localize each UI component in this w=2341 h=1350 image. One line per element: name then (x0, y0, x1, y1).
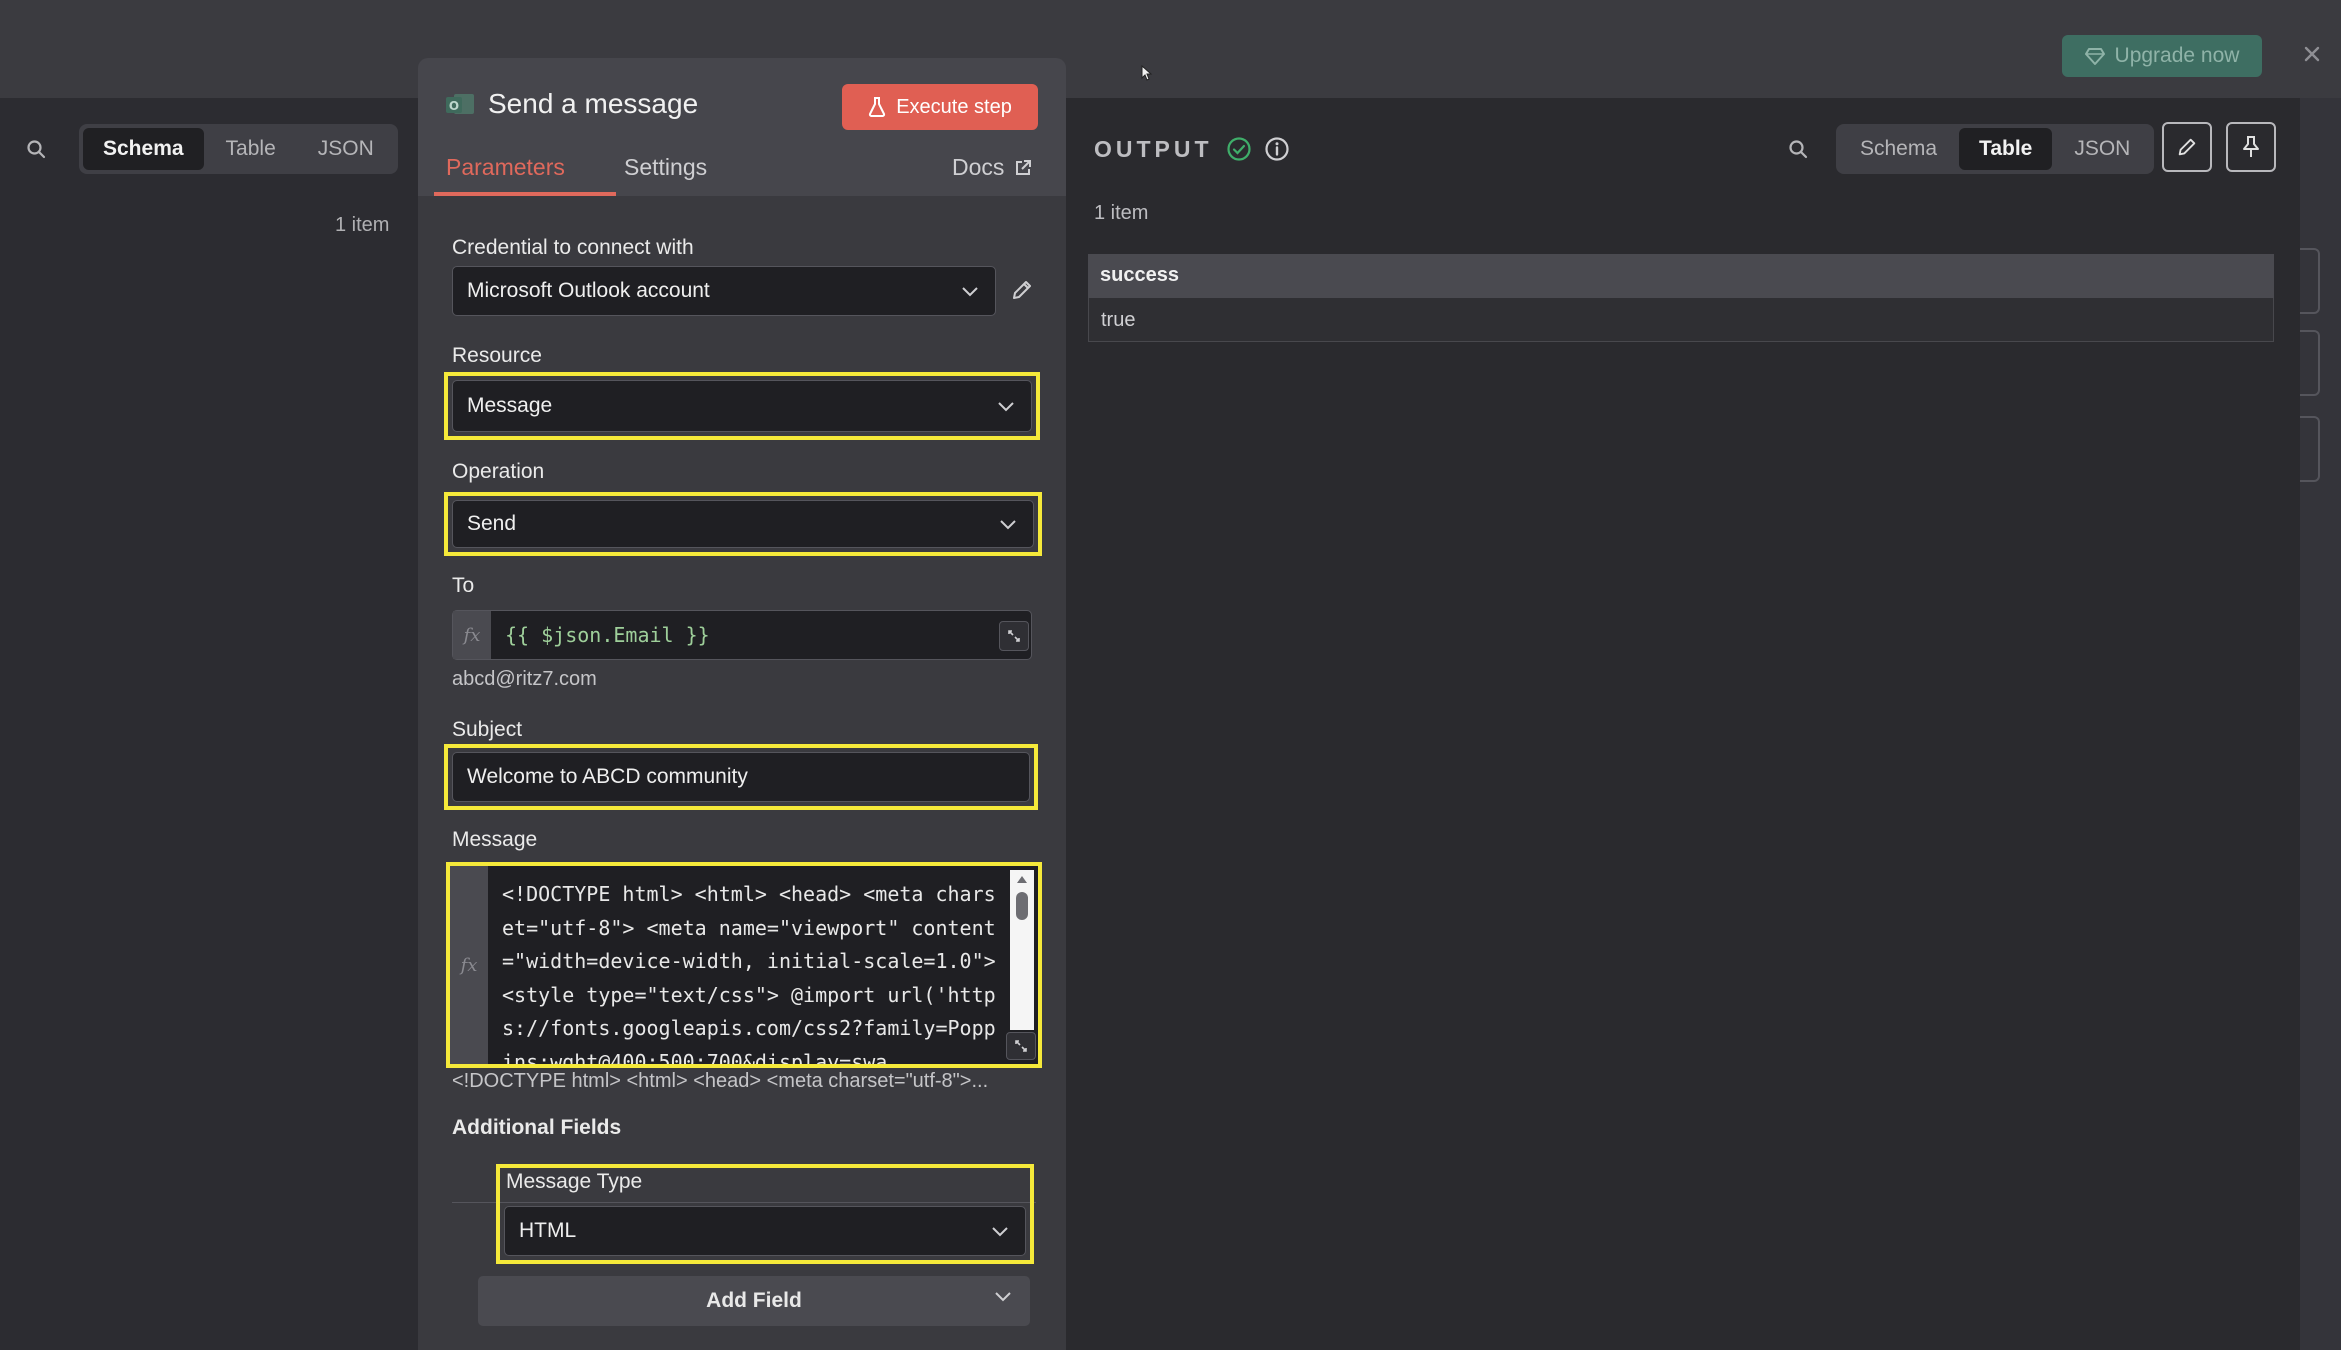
tab-settings[interactable]: Settings (624, 154, 707, 181)
docs-link[interactable]: Docs (952, 154, 1032, 181)
chevron-down-icon (991, 1225, 1009, 1237)
canvas-node-edge (2300, 416, 2320, 482)
chevron-down-icon (994, 1290, 1012, 1302)
additional-fields-label: Additional Fields (452, 1116, 622, 1139)
message-code[interactable]: <!DOCTYPE html> <html> <head> <meta char… (502, 878, 1002, 1064)
add-field-label: Add Field (706, 1289, 802, 1312)
to-label: To (452, 574, 475, 597)
output-title: OUTPUT (1094, 136, 1213, 162)
svg-text:O: O (449, 99, 459, 113)
pin-data-button[interactable] (2226, 122, 2276, 172)
edit-output-button[interactable] (2162, 122, 2212, 172)
mouse-cursor-icon (1141, 65, 1153, 81)
output-tab-schema[interactable]: Schema (1840, 128, 1957, 170)
active-tab-indicator (434, 192, 616, 196)
input-tab-table[interactable]: Table (206, 128, 296, 170)
table-header-success: success (1088, 254, 2274, 298)
message-label: Message (452, 828, 538, 851)
message-type-select[interactable]: HTML (504, 1206, 1026, 1256)
subject-label: Subject (452, 718, 523, 741)
edit-credential-pencil-icon[interactable] (1010, 278, 1034, 302)
tab-parameters[interactable]: Parameters (446, 154, 565, 181)
node-parameters-panel: O Send a message Execute step Parameters… (418, 58, 1066, 1350)
credential-select[interactable]: Microsoft Outlook account (452, 266, 996, 316)
output-item-count: 1 item (1094, 202, 1149, 224)
operation-label: Operation (452, 460, 545, 483)
output-panel: OUTPUT Schema Table JSON 1 item success … (1066, 98, 2300, 1350)
flask-icon (868, 97, 886, 117)
upgrade-now-button[interactable]: Upgrade now (2062, 35, 2262, 77)
fx-indicator: fx (453, 611, 491, 659)
pencil-icon (2176, 136, 2198, 158)
to-expression: {{ $json.Email }} (505, 623, 710, 647)
message-type-value: HTML (519, 1219, 577, 1242)
execute-step-button[interactable]: Execute step (842, 84, 1038, 130)
execute-step-label: Execute step (896, 95, 1012, 118)
close-icon[interactable] (2300, 42, 2324, 66)
upgrade-now-label: Upgrade now (2114, 44, 2240, 67)
output-tab-json[interactable]: JSON (2054, 128, 2150, 170)
docs-label: Docs (952, 154, 1005, 180)
output-tab-table[interactable]: Table (1959, 128, 2053, 170)
canvas-edge-strip (2300, 98, 2341, 1350)
input-panel: Schema Table JSON 1 item (0, 98, 418, 1350)
external-link-icon (1014, 159, 1032, 177)
canvas-node-edge (2300, 248, 2320, 314)
credential-value: Microsoft Outlook account (467, 279, 710, 302)
input-search-icon[interactable] (26, 139, 46, 159)
chevron-down-icon (997, 400, 1015, 412)
add-field-button[interactable]: Add Field (478, 1276, 1030, 1326)
message-preview: <!DOCTYPE html> <html> <head> <meta char… (452, 1070, 989, 1092)
success-check-icon (1226, 136, 1252, 162)
message-expression-editor[interactable]: fx <!DOCTYPE html> <html> <head> <meta c… (446, 862, 1042, 1068)
output-table: success true (1088, 254, 2274, 342)
resource-value: Message (467, 394, 553, 417)
info-icon[interactable] (1264, 136, 1290, 162)
outlook-logo-icon: O (444, 88, 476, 120)
input-view-switcher: Schema Table JSON (79, 124, 398, 174)
pin-icon (2240, 135, 2262, 159)
scroll-up-arrow-icon[interactable] (1016, 874, 1028, 884)
top-bar (0, 0, 2341, 98)
input-item-count: 1 item (335, 214, 390, 236)
subject-input[interactable]: Welcome to ABCD community (452, 752, 1030, 802)
to-preview: abcd@ritz7.com (452, 668, 597, 690)
message-type-label: Message Type (506, 1170, 643, 1193)
node-title: Send a message (488, 88, 699, 119)
resource-select[interactable]: Message (452, 380, 1032, 432)
input-tab-schema[interactable]: Schema (83, 128, 204, 170)
expand-editor-icon[interactable] (1006, 1032, 1036, 1060)
output-search-icon[interactable] (1788, 139, 1808, 159)
gem-icon (2084, 46, 2105, 66)
input-tab-json[interactable]: JSON (298, 128, 394, 170)
table-cell[interactable]: true (1088, 298, 2274, 342)
chevron-down-icon (961, 285, 979, 297)
resource-label: Resource (452, 344, 542, 367)
subject-value: Welcome to ABCD community (467, 765, 748, 788)
operation-value: Send (467, 512, 517, 535)
operation-select[interactable]: Send (452, 500, 1034, 548)
chevron-down-icon (999, 518, 1017, 530)
expand-editor-icon[interactable] (999, 621, 1029, 651)
credential-label: Credential to connect with (452, 236, 694, 259)
to-expression-input[interactable]: fx {{ $json.Email }} (452, 610, 1032, 660)
canvas-node-edge (2300, 330, 2320, 396)
message-scrollbar-thumb[interactable] (1016, 892, 1028, 920)
fx-indicator: fx (450, 866, 488, 1064)
message-editor-body: fx <!DOCTYPE html> <html> <head> <meta c… (450, 866, 1038, 1064)
output-view-switcher: Schema Table JSON (1836, 124, 2155, 174)
